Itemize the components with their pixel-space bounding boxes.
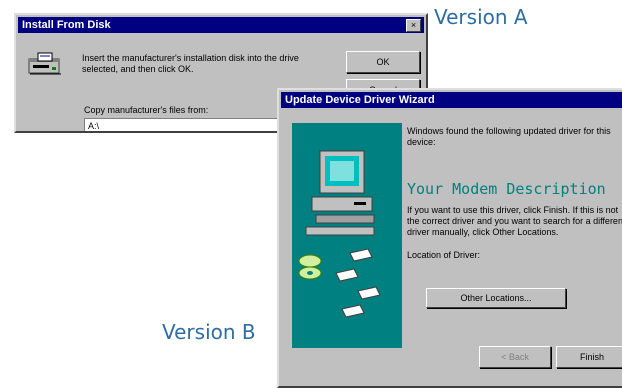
back-button[interactable]: < Back bbox=[479, 346, 551, 368]
back-button-label: < Back bbox=[501, 352, 529, 362]
wizard-illustration-panel bbox=[292, 123, 402, 348]
wizard-help-text: If you want to use this driver, click Fi… bbox=[407, 205, 622, 237]
version-b-label: Version B bbox=[162, 320, 256, 344]
close-button[interactable]: × bbox=[406, 19, 421, 32]
wizard-titlebar[interactable]: Update Device Driver Wizard bbox=[281, 92, 622, 108]
other-locations-button[interactable]: Other Locations... bbox=[426, 288, 566, 308]
floppy-drive-icon bbox=[28, 52, 61, 75]
copy-files-label: Copy manufacturer's files from: bbox=[84, 105, 209, 115]
ok-button[interactable]: OK bbox=[346, 51, 420, 73]
close-icon: × bbox=[410, 20, 417, 30]
other-locations-label: Other Locations... bbox=[460, 293, 532, 303]
driver-location-label: Location of Driver: bbox=[407, 250, 481, 260]
finish-button-label: Finish bbox=[579, 352, 604, 362]
modem-description: Your Modem Description bbox=[407, 180, 606, 198]
insert-disk-message: Insert the manufacturer's installation d… bbox=[82, 53, 299, 74]
computer-with-disks-illustration bbox=[298, 150, 381, 318]
wizard-intro-text: Windows found the following updated driv… bbox=[407, 126, 611, 147]
install-dialog-titlebar[interactable]: Install From Disk bbox=[18, 17, 424, 33]
finish-button[interactable]: Finish bbox=[556, 346, 622, 368]
wizard-title: Update Device Driver Wizard bbox=[285, 94, 435, 106]
install-dialog-title: Install From Disk bbox=[22, 19, 111, 31]
update-driver-wizard: Update Device Driver Wizard Windows foun… bbox=[277, 88, 622, 388]
ok-button-label: OK bbox=[376, 57, 390, 67]
copy-from-path-input[interactable]: A:\ bbox=[84, 118, 294, 131]
version-a-label: Version A bbox=[434, 5, 528, 29]
